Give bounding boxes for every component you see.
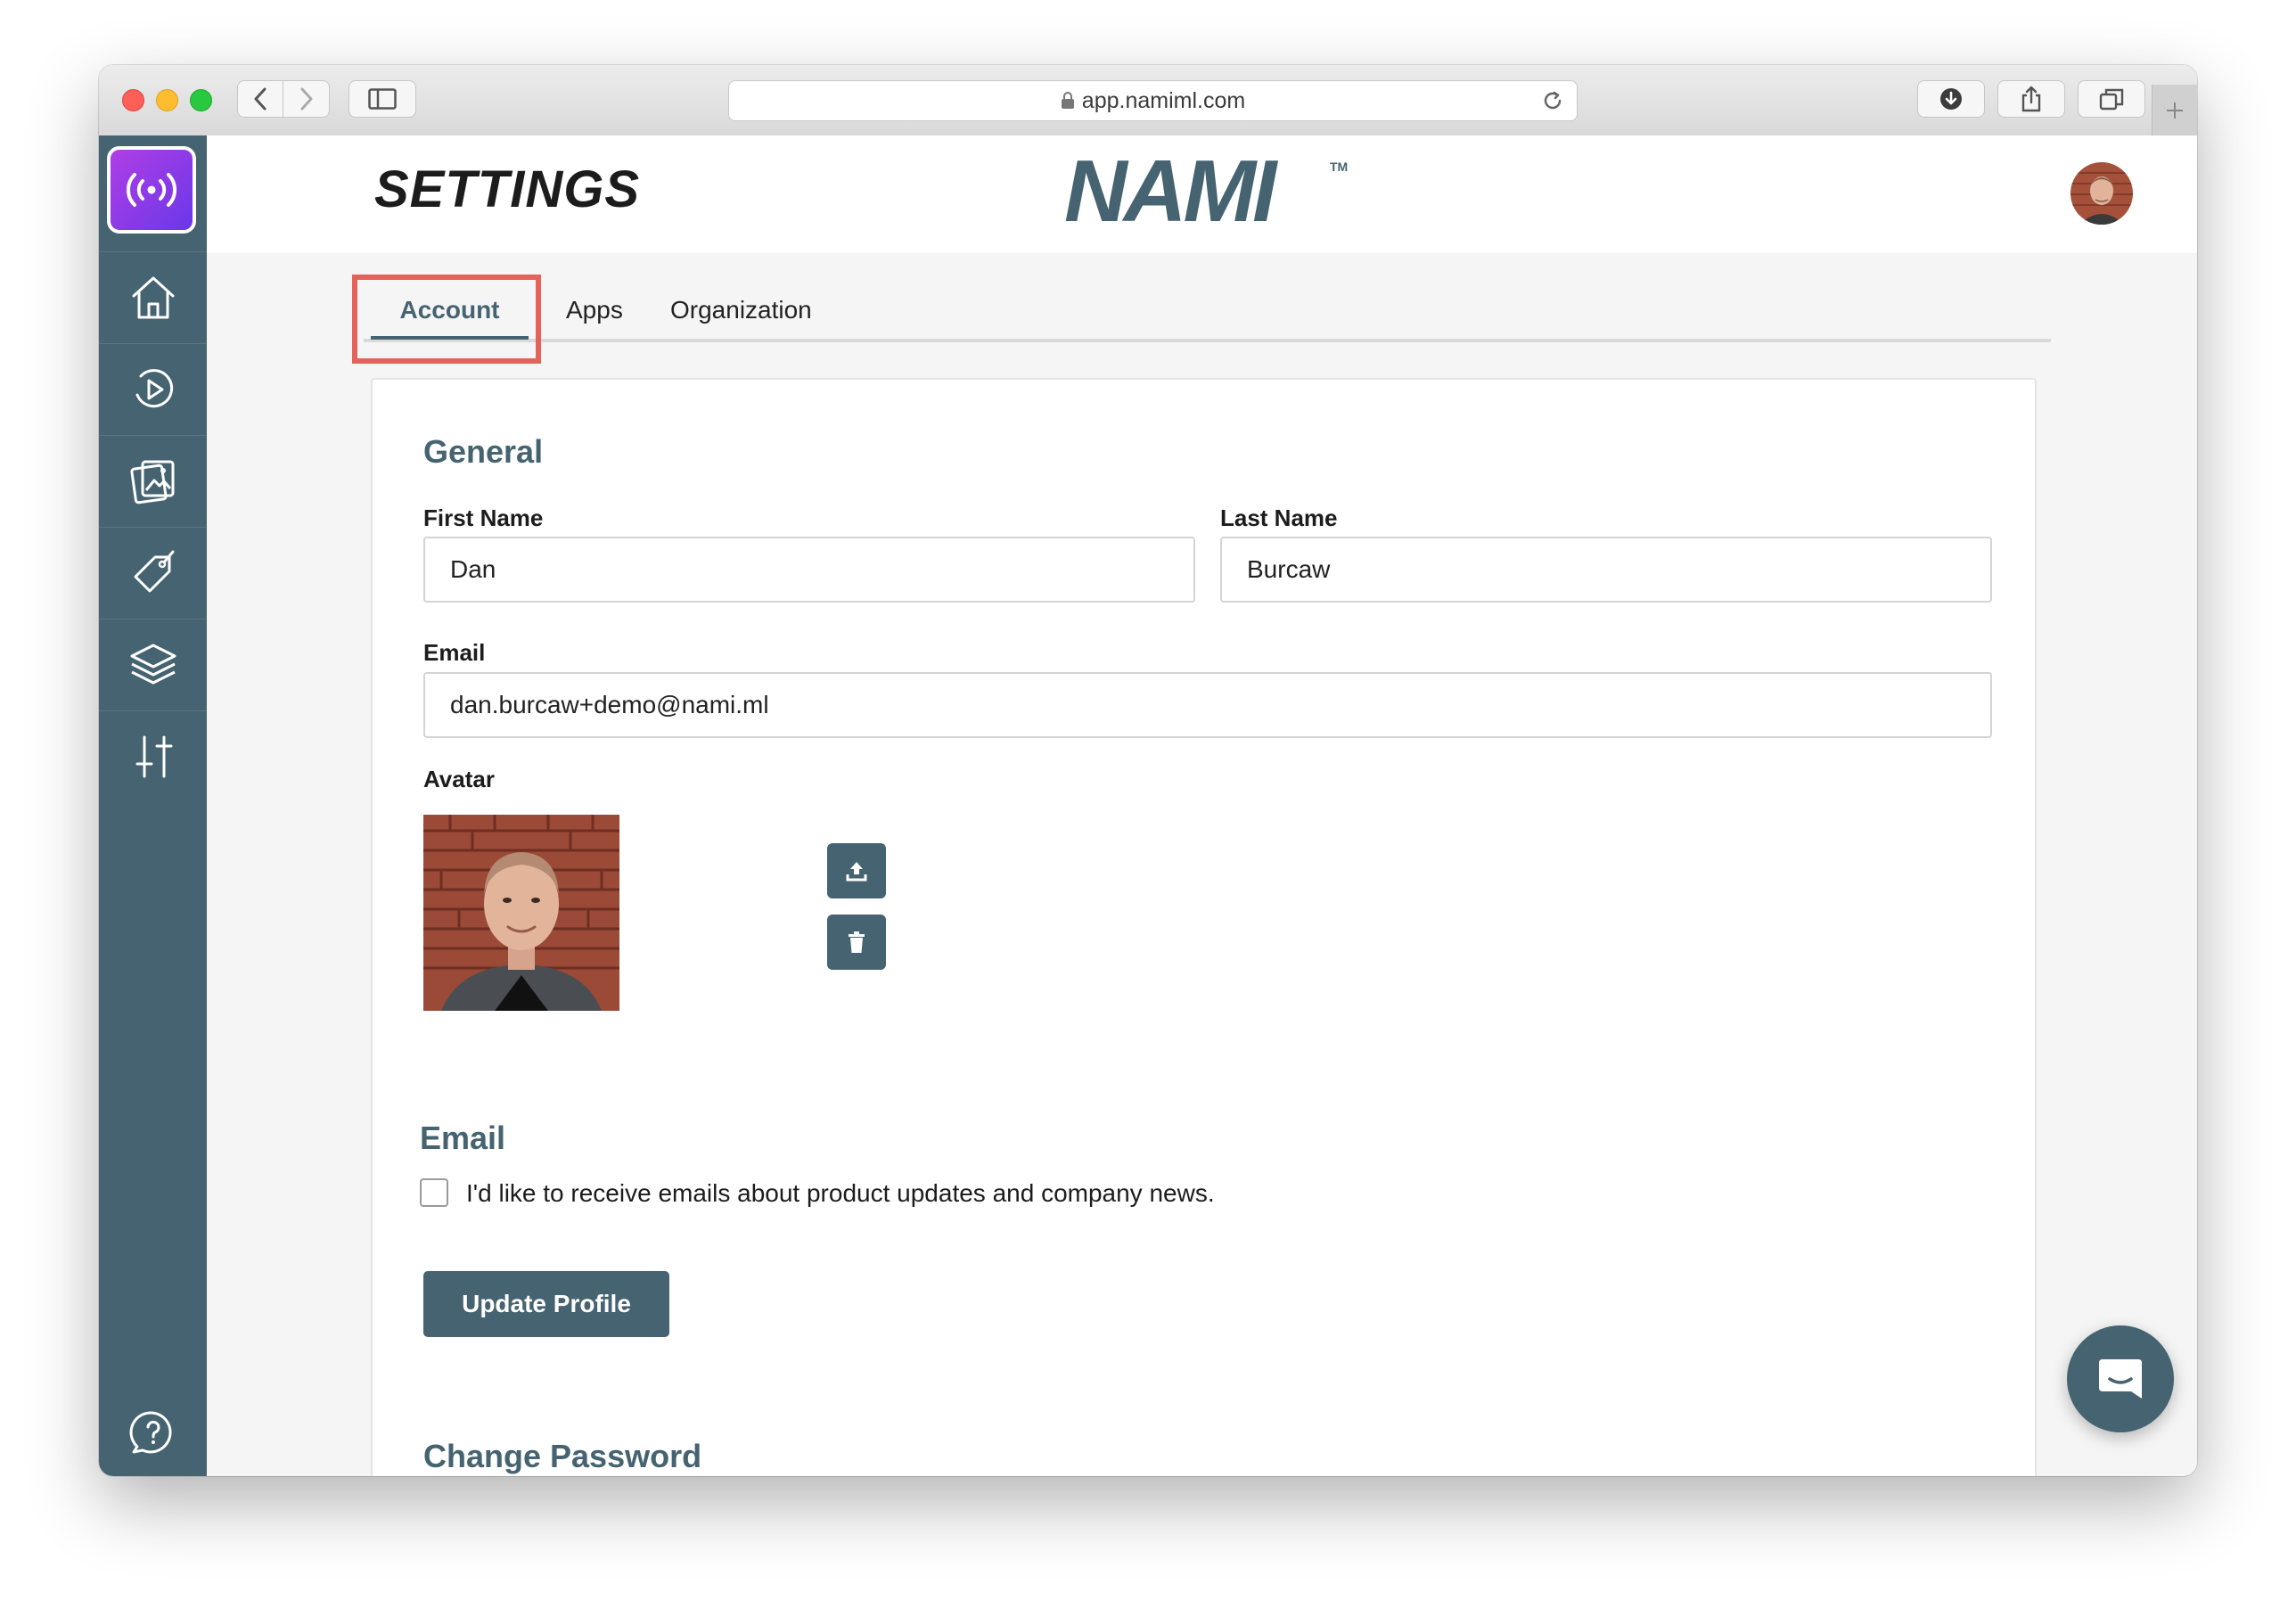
newsletter-checkbox[interactable] <box>420 1178 448 1207</box>
nami-logo: NAMI TM <box>1064 142 1348 240</box>
show-tabs-button[interactable] <box>2078 80 2145 118</box>
brand-logo: NAMI TM <box>1064 142 1349 240</box>
settings-tabs: Account Apps Organization <box>364 253 2051 342</box>
app-logo[interactable] <box>107 146 196 234</box>
url-text: app.namiml.com <box>1081 87 1246 113</box>
sidebar-item-paywalls[interactable] <box>99 435 207 527</box>
settings-content: Account Apps Organization General First … <box>207 253 2197 1476</box>
newsletter-checkbox-label[interactable]: I'd like to receive emails about product… <box>466 1179 1215 1208</box>
chat-launcher-button[interactable] <box>2067 1325 2174 1432</box>
upload-icon <box>846 862 867 882</box>
last-name-label: Last Name <box>1220 505 1338 531</box>
download-icon <box>1940 88 1962 110</box>
page-title: SETTINGS <box>374 160 641 218</box>
brand-wordmark: NAMI <box>1064 152 1278 232</box>
app-sidebar <box>99 135 207 1476</box>
first-name-label: First Name <box>423 505 544 531</box>
app-header: SETTINGS NAMI TM <box>207 135 2197 254</box>
minimize-window-button[interactable] <box>156 89 178 111</box>
chevron-left-icon <box>254 87 266 111</box>
sidebar-icon <box>368 88 397 110</box>
sidebar-item-home[interactable] <box>99 251 207 343</box>
sidebar-item-settings[interactable] <box>99 710 207 802</box>
trash-icon <box>849 931 865 953</box>
forward-button[interactable] <box>283 80 330 118</box>
browser-titlebar: app.namiml.com <box>99 65 2197 136</box>
layers-icon <box>130 644 176 685</box>
plus-icon <box>2167 102 2183 119</box>
avatar-label: Avatar <box>423 766 495 792</box>
reload-icon[interactable] <box>1541 89 1564 112</box>
chat-icon <box>2099 1359 2142 1399</box>
account-card: General First Name Last Name Email Avata… <box>371 378 2037 1476</box>
sidebar-item-entitlements[interactable] <box>99 619 207 710</box>
address-bar[interactable]: app.namiml.com <box>728 80 1578 121</box>
first-name-field[interactable] <box>423 537 1195 603</box>
broadcast-icon <box>126 173 177 207</box>
avatar-photo <box>2070 162 2133 225</box>
avatar-photo-large <box>423 815 619 1011</box>
image-gallery-icon <box>129 460 174 505</box>
update-profile-button[interactable]: Update Profile <box>423 1271 669 1337</box>
sidebar-help[interactable] <box>99 1397 207 1468</box>
help-icon <box>129 1411 171 1454</box>
last-name-field[interactable] <box>1220 537 1992 603</box>
user-avatar[interactable] <box>2070 162 2133 225</box>
email-label: Email <box>423 639 486 666</box>
sidebar-item-campaigns[interactable] <box>99 343 207 435</box>
close-window-button[interactable] <box>122 89 144 111</box>
highlight-annotation <box>352 275 541 364</box>
play-circle-icon <box>135 369 173 408</box>
chevron-right-icon <box>300 87 312 111</box>
sliders-icon <box>135 735 172 778</box>
tag-icon <box>134 550 174 593</box>
zoom-window-button[interactable] <box>190 89 212 111</box>
tab-organization[interactable]: Organization <box>670 296 812 324</box>
upload-avatar-button[interactable] <box>827 843 886 898</box>
lock-icon <box>1061 92 1074 109</box>
change-password-title: Change Password <box>423 1438 702 1474</box>
share-button[interactable] <box>1997 80 2065 118</box>
avatar-preview <box>423 815 619 1011</box>
share-icon <box>2021 86 2041 112</box>
tabs-icon <box>2099 88 2124 111</box>
email-field[interactable] <box>423 672 1992 738</box>
sidebar-item-products[interactable] <box>99 527 207 619</box>
tab-apps[interactable]: Apps <box>566 296 623 324</box>
home-icon <box>132 276 174 319</box>
new-tab-button[interactable] <box>2152 85 2197 135</box>
downloads-button[interactable] <box>1917 80 1985 118</box>
email-section-title: Email <box>420 1120 506 1156</box>
general-section-title: General <box>423 433 544 470</box>
browser-window: app.namiml.com SETTINGS NAMI TM Account … <box>99 65 2197 1476</box>
back-button[interactable] <box>237 80 283 118</box>
trademark-mark: TM <box>1330 160 1348 174</box>
delete-avatar-button[interactable] <box>827 915 886 970</box>
sidebar-toggle-button[interactable] <box>348 80 416 118</box>
